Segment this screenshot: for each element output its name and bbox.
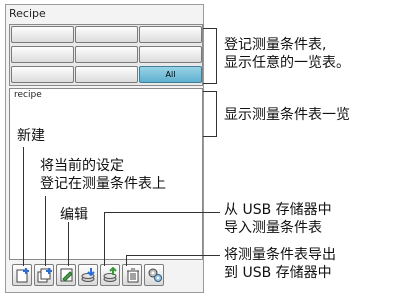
import-usb-button[interactable] — [78, 264, 98, 286]
grid-cell-6[interactable] — [139, 46, 202, 63]
delete-icon — [127, 268, 139, 283]
annotation-edit: 编辑 — [60, 207, 88, 223]
grid-cell-4[interactable] — [11, 46, 74, 63]
register-current-settings-icon — [37, 268, 52, 283]
panel-title: Recipe — [9, 7, 46, 20]
annotation-register: 将当前的设定 登记在测量条件表上 — [40, 157, 166, 193]
grid-cell-3[interactable] — [139, 26, 202, 43]
annotation-export-line-2: 到 USB 存储器中 — [224, 265, 332, 281]
settings-button[interactable] — [144, 264, 164, 286]
annotation-register-line-2: 登记在测量条件表上 — [40, 176, 166, 192]
delete-button[interactable] — [122, 264, 142, 286]
import-usb-icon — [81, 268, 95, 282]
recipe-group-grid: All — [9, 24, 203, 86]
annotation-import-line-2: 导入测量条件表 — [224, 220, 322, 236]
new-icon — [16, 268, 29, 283]
import-pointer-h — [104, 212, 220, 213]
grid-cell-2[interactable] — [75, 26, 138, 43]
settings-icon — [148, 268, 162, 282]
register-settings-button[interactable] — [34, 264, 54, 286]
export-pointer-v — [126, 255, 127, 266]
annotation-export: 将测量条件表导出 到 USB 存储器中 — [224, 246, 336, 282]
export-pointer-h — [126, 255, 220, 256]
list-bracket-bottom — [203, 136, 217, 137]
import-pointer-v — [104, 212, 105, 266]
export-usb-icon — [103, 267, 117, 282]
grid-bracket-vertical — [216, 28, 217, 83]
grid-cell-5[interactable] — [75, 46, 138, 63]
new-pointer — [23, 147, 24, 266]
grid-cell-8[interactable] — [75, 66, 138, 83]
grid-cell-1[interactable] — [11, 26, 74, 43]
annotation-grid: 登记测量条件表, 显示任意的一览表。 — [224, 36, 350, 72]
annotation-grid-line-1: 登记测量条件表, — [224, 37, 327, 53]
annotation-new: 新建 — [17, 128, 45, 144]
edit-pointer — [68, 222, 69, 266]
list-header: recipe — [14, 90, 42, 100]
edit-icon — [60, 268, 73, 282]
grid-cell-7[interactable] — [11, 66, 74, 83]
grid-bracket-top — [203, 28, 217, 29]
register-pointer — [45, 196, 46, 266]
annotation-register-line-1: 将当前的设定 — [40, 158, 124, 174]
list-bracket-vertical — [216, 91, 217, 137]
list-bracket-top — [203, 91, 217, 92]
annotation-import: 从 USB 存储器中 导入测量条件表 — [224, 201, 332, 237]
recipe-toolbar — [12, 264, 202, 288]
export-usb-button[interactable] — [100, 264, 120, 286]
annotation-import-line-1: 从 USB 存储器中 — [224, 202, 332, 218]
grid-bracket-bottom — [203, 83, 217, 84]
annotation-list: 显示测量条件表一览 — [224, 107, 350, 123]
new-button[interactable] — [12, 264, 32, 286]
edit-button[interactable] — [56, 264, 76, 286]
grid-cell-all[interactable]: All — [139, 66, 202, 83]
annotation-grid-line-2: 显示任意的一览表。 — [224, 55, 350, 71]
annotation-export-line-1: 将测量条件表导出 — [224, 247, 336, 263]
